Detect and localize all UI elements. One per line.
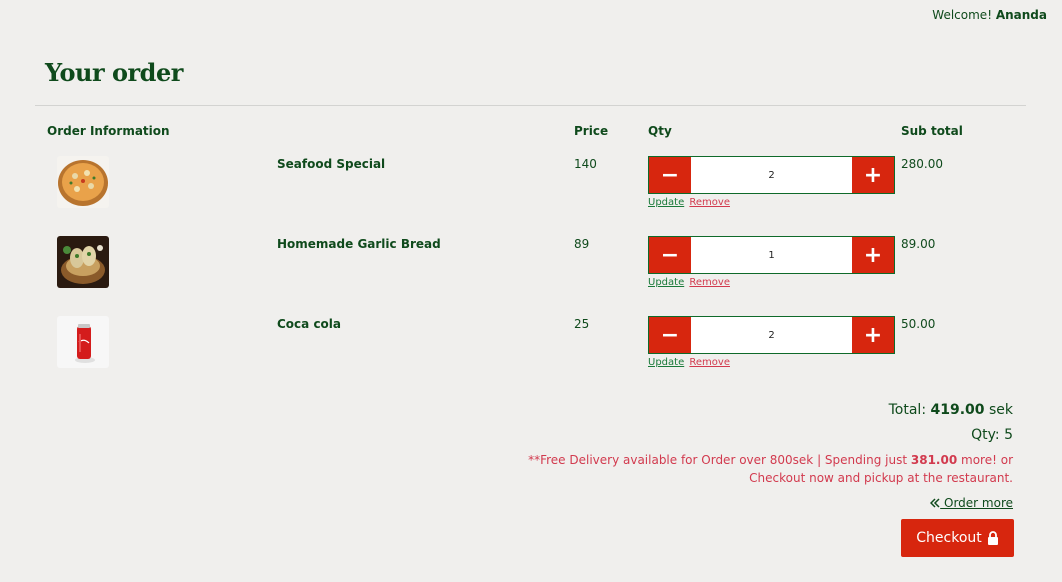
order-total: Total: 419.00 sek: [889, 402, 1013, 418]
notice-amount: 381.00: [910, 453, 958, 467]
table-row: Coca cola 25 − + Update Remove 50.00: [0, 316, 1062, 386]
qty-label: Qty:: [971, 427, 1000, 443]
notice-prefix: **Free Delivery available for Order over…: [528, 453, 908, 467]
welcome-text: Welcome! Ananda: [932, 8, 1047, 22]
update-link[interactable]: Update: [648, 277, 684, 288]
quantity-input[interactable]: [691, 317, 852, 353]
quantity-input[interactable]: [691, 237, 852, 273]
order-more-label: Order more: [944, 496, 1013, 510]
coca-cola-image: [57, 316, 109, 368]
column-header-price: Price: [574, 124, 609, 138]
page-title: Your order: [45, 58, 183, 87]
pizza-image: [57, 156, 109, 208]
product-name[interactable]: Coca cola: [277, 317, 341, 331]
decrease-qty-button[interactable]: −: [649, 157, 691, 193]
order-qty: Qty: 5: [971, 427, 1013, 443]
title-divider: [35, 105, 1026, 106]
product-price: 89: [574, 237, 590, 251]
column-header-qty: Qty: [648, 124, 672, 138]
remove-link[interactable]: Remove: [689, 277, 730, 288]
checkout-label: Checkout: [916, 530, 982, 546]
quantity-stepper: − +: [648, 156, 895, 194]
product-price: 140: [574, 157, 597, 171]
remove-link[interactable]: Remove: [689, 357, 730, 368]
user-name: Ananda: [995, 8, 1047, 22]
product-name[interactable]: Seafood Special: [277, 157, 385, 171]
decrease-qty-button[interactable]: −: [649, 237, 691, 273]
free-delivery-notice: **Free Delivery available for Order over…: [513, 451, 1013, 487]
notice-line2: Checkout now and pickup at the restauran…: [749, 471, 1013, 485]
total-currency: sek: [988, 402, 1013, 418]
lock-icon: [987, 531, 998, 545]
row-subtotal: 50.00: [901, 317, 936, 331]
welcome-prefix: Welcome!: [932, 8, 992, 22]
double-chevron-left-icon: [930, 498, 940, 508]
column-header-subtotal: Sub total: [901, 124, 963, 138]
table-row: Homemade Garlic Bread 89 − + Update Remo…: [0, 236, 1062, 306]
increase-qty-button[interactable]: +: [852, 317, 894, 353]
quantity-stepper: − +: [648, 236, 895, 274]
product-name[interactable]: Homemade Garlic Bread: [277, 237, 441, 251]
total-value: 419.00: [930, 402, 985, 418]
total-label: Total:: [888, 402, 927, 418]
row-subtotal: 89.00: [901, 237, 936, 251]
row-actions: Update Remove: [648, 357, 730, 368]
row-actions: Update Remove: [648, 277, 730, 288]
decrease-qty-button[interactable]: −: [649, 317, 691, 353]
increase-qty-button[interactable]: +: [852, 237, 894, 273]
quantity-stepper: − +: [648, 316, 895, 354]
order-more-link[interactable]: Order more: [930, 496, 1013, 510]
product-price: 25: [574, 317, 590, 331]
update-link[interactable]: Update: [648, 357, 684, 368]
garlic-bread-image: [57, 236, 109, 288]
row-subtotal: 280.00: [901, 157, 943, 171]
checkout-button[interactable]: Checkout: [901, 519, 1014, 557]
remove-link[interactable]: Remove: [689, 197, 730, 208]
update-link[interactable]: Update: [648, 197, 684, 208]
increase-qty-button[interactable]: +: [852, 157, 894, 193]
qty-value: 5: [1004, 427, 1013, 443]
column-header-info: Order Information: [47, 124, 170, 138]
row-actions: Update Remove: [648, 197, 730, 208]
quantity-input[interactable]: [691, 157, 852, 193]
notice-suffix: more! or: [961, 453, 1013, 467]
table-row: Seafood Special 140 − + Update Remove 28…: [0, 156, 1062, 226]
